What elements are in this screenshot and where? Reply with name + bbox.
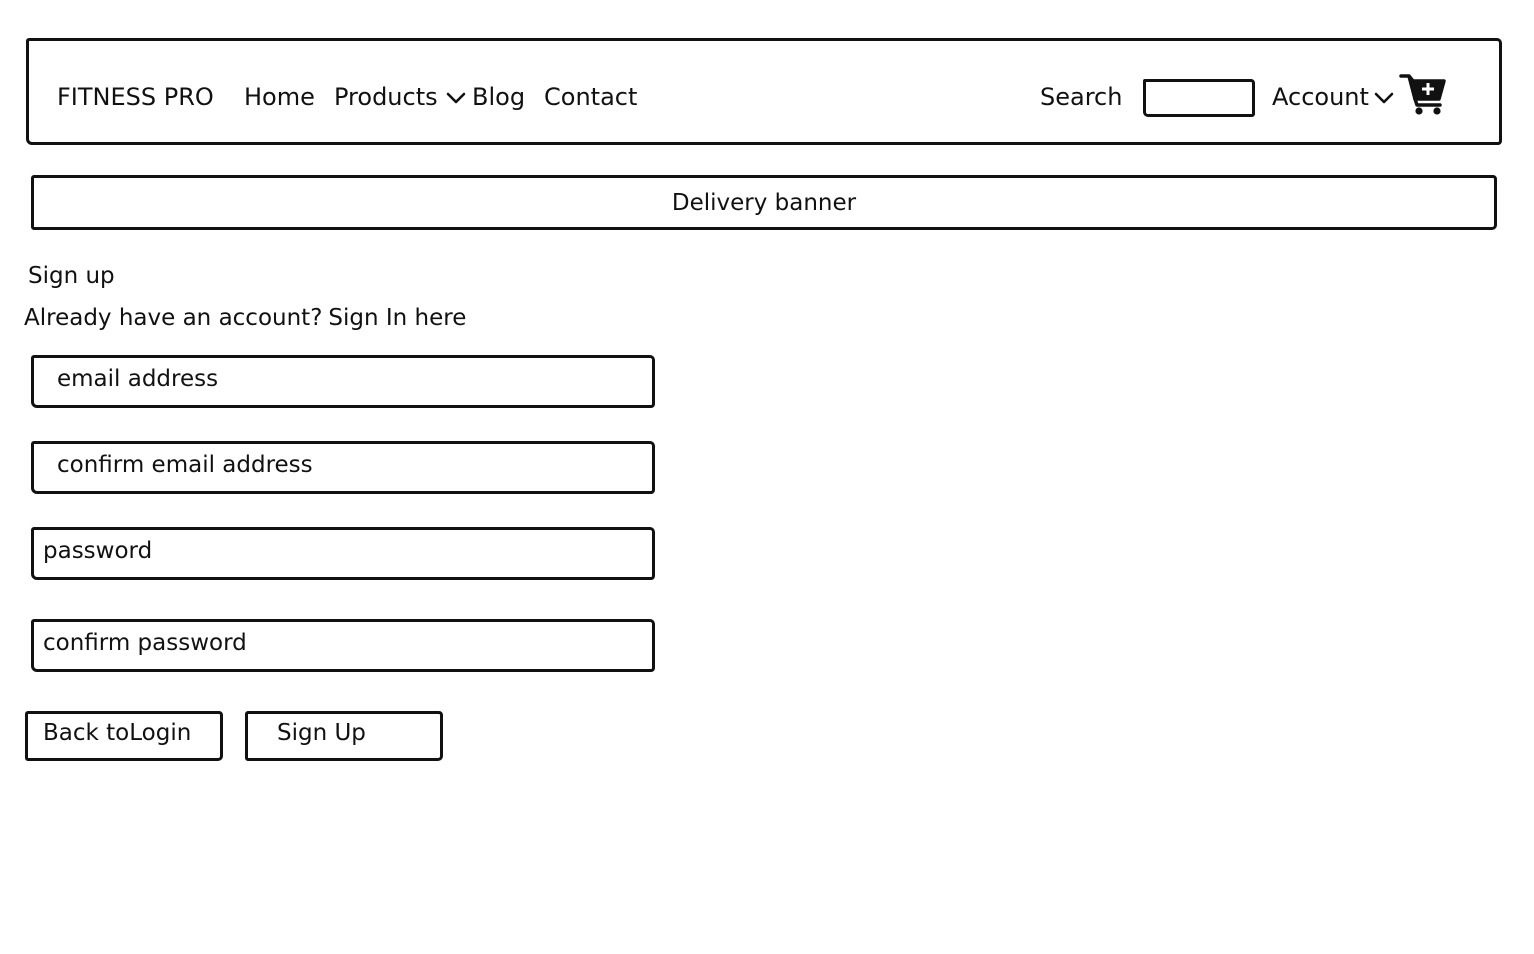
confirm-password-field[interactable] <box>31 619 655 672</box>
search-label: Search <box>1040 83 1123 111</box>
back-to-login-button[interactable]: Back toLogin <box>25 711 223 761</box>
nav-contact-link[interactable]: Contact <box>544 83 637 111</box>
chevron-down-icon[interactable] <box>445 87 467 109</box>
signin-prompt-text: Already have an account? <box>24 305 323 331</box>
page-title: Sign up <box>28 263 115 289</box>
brand-logo[interactable]: FITNESS PRO <box>57 83 214 111</box>
signin-link[interactable]: Sign In here <box>328 305 466 331</box>
nav-blog-link[interactable]: Blog <box>472 83 525 111</box>
confirm-email-field[interactable] <box>31 441 655 494</box>
nav-products-link[interactable]: Products <box>334 83 438 111</box>
delivery-banner: Delivery banner <box>31 175 1497 230</box>
password-field[interactable] <box>31 527 655 580</box>
signin-prompt: Already have an account? Sign In here <box>24 304 466 332</box>
cart-plus-icon[interactable] <box>1398 72 1448 116</box>
account-menu[interactable]: Account <box>1272 83 1369 111</box>
nav-home-link[interactable]: Home <box>244 83 315 111</box>
delivery-banner-text: Delivery banner <box>671 189 857 216</box>
sign-up-button[interactable]: Sign Up <box>245 711 443 761</box>
chevron-down-icon[interactable] <box>1373 87 1395 109</box>
email-field[interactable] <box>31 355 655 408</box>
search-input[interactable] <box>1143 79 1255 117</box>
